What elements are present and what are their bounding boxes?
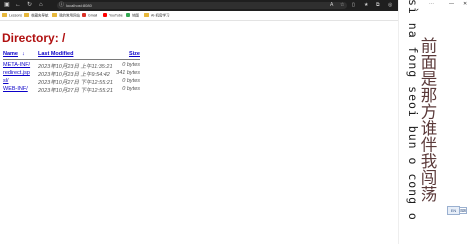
folder-icon xyxy=(24,13,29,17)
bookmark-label: AI·机房学习 xyxy=(151,13,170,18)
close-icon[interactable]: ✕ xyxy=(463,1,467,7)
entry-modified: 2023年10月23日 上午11:35:21 xyxy=(38,64,113,70)
entry-size: 0 bytes xyxy=(122,78,140,84)
page-title: Directory: / xyxy=(2,31,66,45)
bookmark-label: 我的常用网站 xyxy=(59,13,80,18)
header-divider xyxy=(3,59,140,60)
split-screen-icon[interactable]: ▯ xyxy=(352,2,355,8)
bookmark-maps[interactable]: 地图 xyxy=(126,13,139,18)
entry-link[interactable]: WEB-INF/ xyxy=(3,86,28,92)
table-row: META-INF/ 2023年10月23日 上午11:35:21 0 bytes xyxy=(3,62,140,70)
folder-icon xyxy=(144,13,149,17)
entry-link[interactable]: sl/ xyxy=(3,78,9,84)
sort-arrow-icon: ↓ xyxy=(22,51,25,57)
bookmark-lessons[interactable]: Lessons xyxy=(2,13,22,18)
entry-link[interactable]: redirect.jsp xyxy=(3,70,30,76)
home-icon[interactable]: ⌂ xyxy=(39,2,43,8)
entry-modified: 2023年10月27日 下午12:55:21 xyxy=(38,80,113,86)
keyboard-icon[interactable]: ⌨ xyxy=(459,207,467,214)
bookmark-ai[interactable]: AI·机房学习 xyxy=(144,13,169,18)
address-bar[interactable]: ⓘ localhost:8080 xyxy=(57,2,347,9)
table-row: sl/ 2023年10月27日 下午12:55:21 0 bytes xyxy=(3,78,140,86)
gmail-icon xyxy=(82,13,86,17)
site-info-icon[interactable]: ⓘ xyxy=(59,2,64,9)
modified-column-link[interactable]: Last Modified xyxy=(38,51,73,57)
name-column-link[interactable]: Name xyxy=(3,51,18,57)
folder-icon xyxy=(52,13,57,17)
entry-modified: 2023年10月27日 下午12:55:21 xyxy=(38,88,113,94)
minimize-icon[interactable]: — xyxy=(449,1,454,7)
listing-header: Name ↓ Last Modified Size xyxy=(3,51,140,59)
entry-size: 0 bytes xyxy=(122,62,140,68)
entry-size: 341 bytes xyxy=(116,70,140,76)
maps-icon xyxy=(126,13,130,17)
bookmark-label: 收藏夹导航 xyxy=(31,13,49,18)
bookmark-nav[interactable]: 收藏夹导航 xyxy=(24,13,49,18)
bookmark-label: YouTube xyxy=(109,13,123,18)
directory-listing: Name ↓ Last Modified Size META-INF/ 2023… xyxy=(3,51,140,94)
lyrics-widget: ⋯ — ✕ sì na fong seoi bun o cong o 前面是那方… xyxy=(398,0,474,244)
table-row: redirect.jsp 2023年10月23日 上午9:54:42 341 b… xyxy=(3,70,140,78)
lyrics-chinese: 前面是那方谁伴我闯荡 xyxy=(418,37,437,202)
menu-dots-icon[interactable]: ⋯ xyxy=(429,1,434,7)
bookmark-label: 地图 xyxy=(132,13,139,18)
address-text: localhost:8080 xyxy=(66,3,92,8)
bookmark-sites[interactable]: 我的常用网站 xyxy=(52,13,80,18)
refresh-icon[interactable]: ↻ xyxy=(27,2,32,8)
back-icon[interactable]: ← xyxy=(15,2,21,8)
tab-actions-icon[interactable]: ▣ xyxy=(4,2,10,8)
favorites-icon[interactable]: ★ xyxy=(364,2,368,8)
entry-size: 0 bytes xyxy=(122,86,140,92)
size-column-link[interactable]: Size xyxy=(129,51,140,57)
read-aloud-icon[interactable]: A xyxy=(330,2,333,8)
profile-icon[interactable]: ◎ xyxy=(388,2,392,8)
collections-icon[interactable]: ⧉ xyxy=(376,2,380,8)
entry-link[interactable]: META-INF/ xyxy=(3,62,30,68)
favorite-star-icon[interactable]: ☆ xyxy=(340,2,344,8)
folder-icon xyxy=(2,13,7,17)
table-row: WEB-INF/ 2023年10月27日 下午12:55:21 0 bytes xyxy=(3,86,140,94)
bookmark-label: Gmail xyxy=(88,13,98,18)
entry-modified: 2023年10月23日 上午9:54:42 xyxy=(38,72,110,78)
bookmark-label: Lessons xyxy=(9,13,23,18)
youtube-icon xyxy=(103,13,107,17)
bookmark-gmail[interactable]: Gmail xyxy=(82,13,97,18)
bookmark-youtube[interactable]: YouTube xyxy=(103,13,123,18)
